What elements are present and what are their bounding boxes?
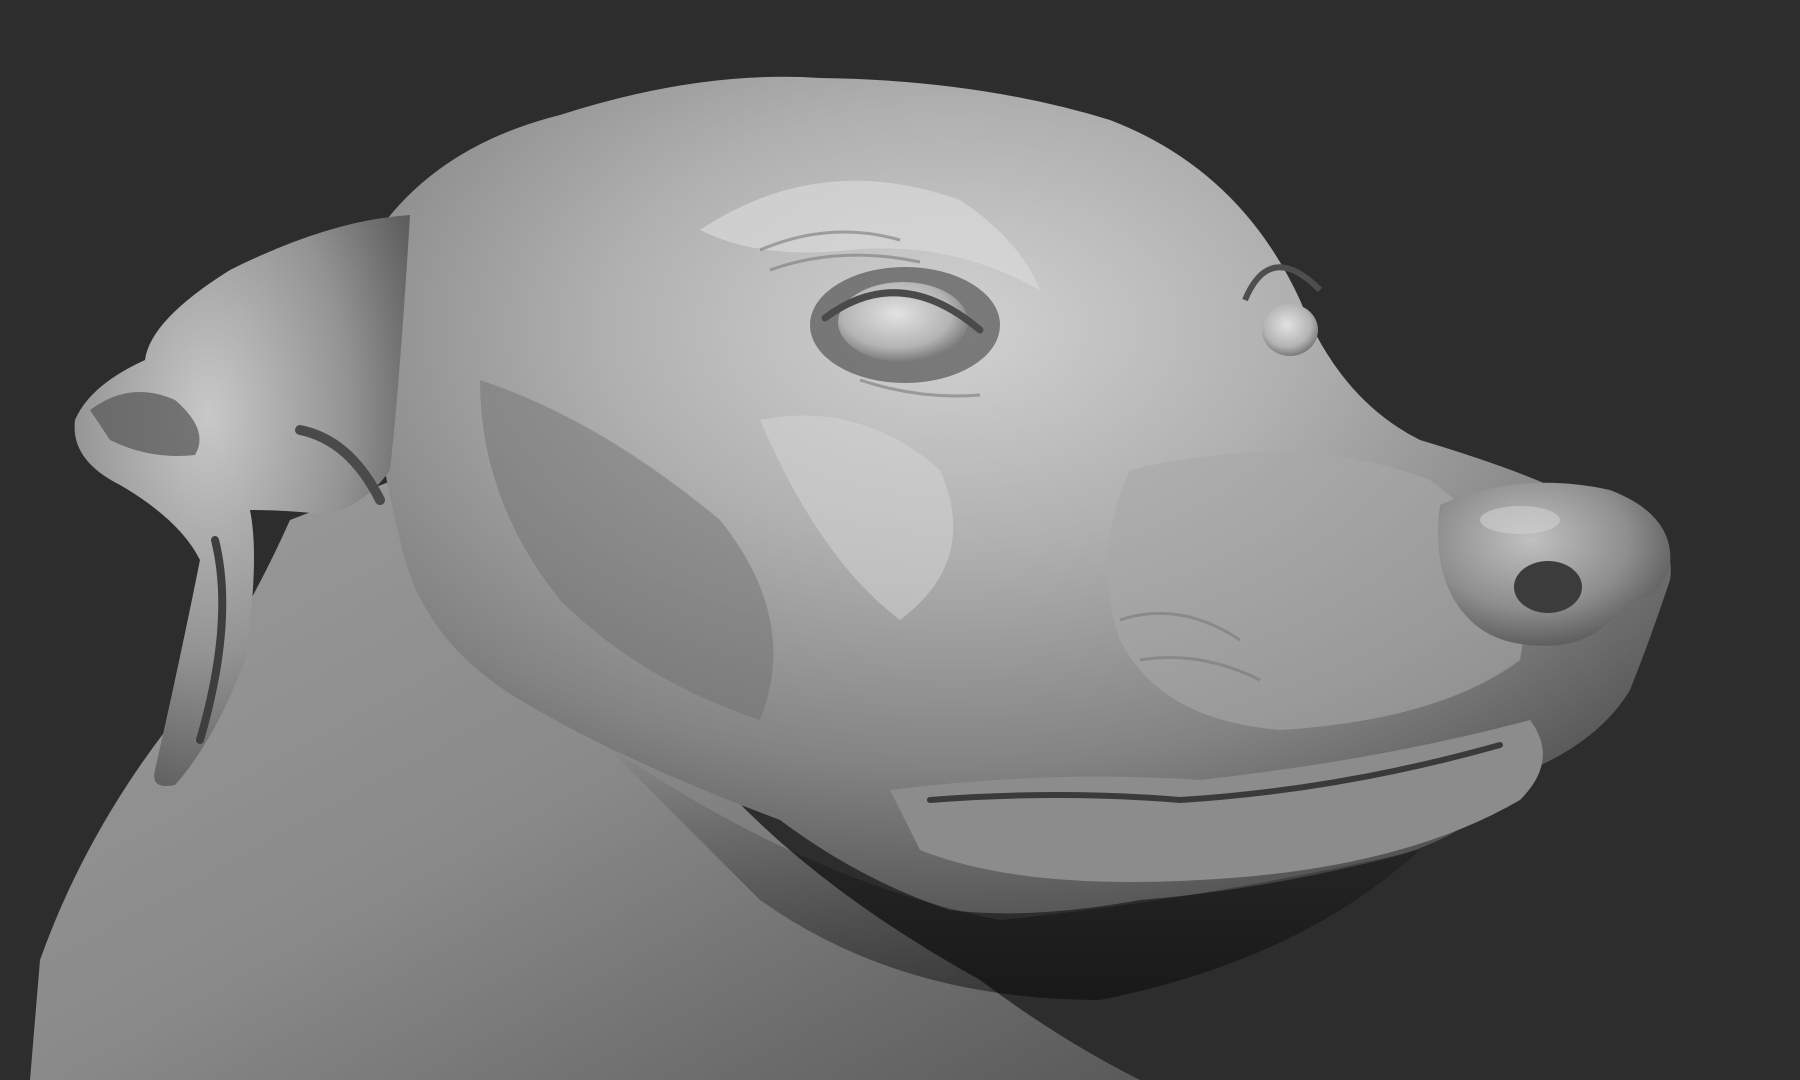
nostril xyxy=(1514,561,1582,613)
3d-viewport[interactable] xyxy=(0,0,1800,1080)
nostril-highlight xyxy=(1480,506,1560,534)
sculpt-render xyxy=(30,76,1671,1080)
far-eye xyxy=(1262,304,1318,356)
